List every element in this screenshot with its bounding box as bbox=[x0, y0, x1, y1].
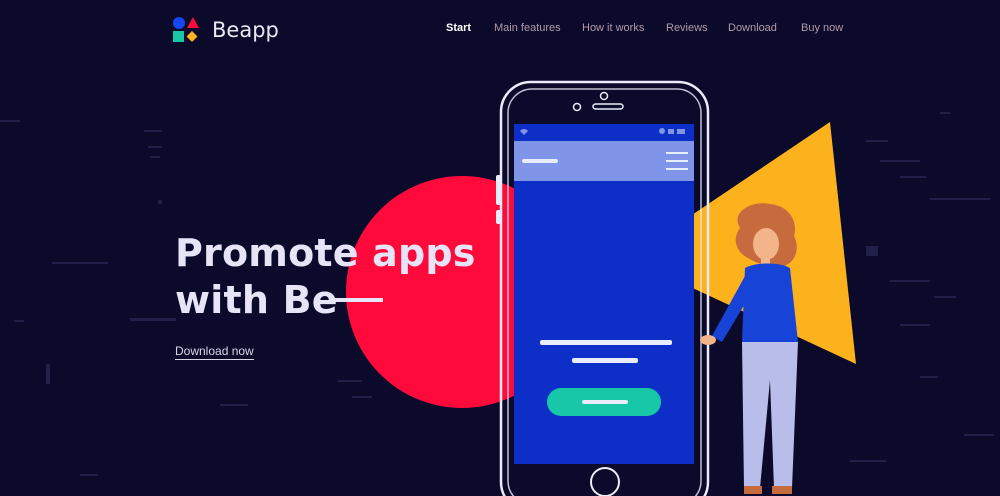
hero-title: Promote apps with Be bbox=[175, 230, 476, 324]
hero-title-line-2: with Be bbox=[175, 278, 338, 322]
download-now-link[interactable]: Download now bbox=[175, 344, 254, 360]
battery-icon bbox=[659, 128, 665, 134]
hero-illustration bbox=[346, 80, 856, 496]
screen-text-line bbox=[540, 340, 672, 345]
home-button-icon bbox=[590, 467, 620, 496]
camera-icon bbox=[599, 91, 609, 101]
title-dash-decoration bbox=[333, 298, 383, 302]
screen-text-line bbox=[572, 358, 638, 363]
hero-title-line-1: Promote apps bbox=[175, 231, 476, 275]
